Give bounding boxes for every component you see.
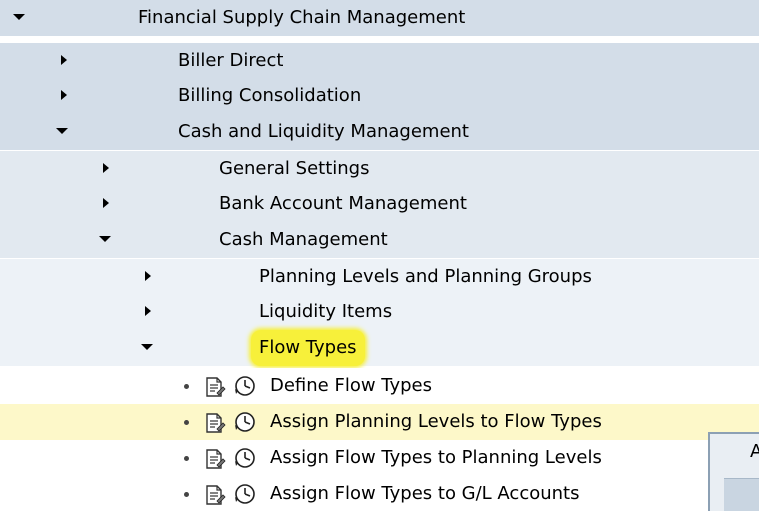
tree-node-planning-levels-and-planning-groups[interactable]: Planning Levels and Planning Groups (0, 258, 759, 294)
bullet-icon (184, 420, 189, 425)
expand-arrow-icon[interactable] (10, 0, 30, 36)
activity-assign-flow-types-to-gl-accounts[interactable]: Assign Flow Types to G/L Accounts (0, 476, 759, 511)
tree-node-label[interactable]: Liquidity Items (259, 294, 392, 330)
tree-node-label[interactable]: Planning Levels and Planning Groups (259, 259, 592, 295)
collapse-arrow-icon[interactable] (55, 78, 75, 114)
execute-clock-icon[interactable] (234, 483, 256, 505)
tree-node-financial-supply-chain-management[interactable]: Financial Supply Chain Management (0, 0, 759, 36)
tree-node-general-settings[interactable]: General Settings (0, 150, 759, 186)
tree-node-label[interactable]: Financial Supply Chain Management (138, 0, 465, 36)
execute-clock-icon[interactable] (234, 375, 256, 397)
collapse-arrow-icon[interactable] (139, 259, 159, 295)
overlapping-panel-label: A (750, 441, 759, 462)
expand-arrow-icon[interactable] (53, 114, 73, 150)
documentation-icon[interactable] (204, 448, 226, 470)
tree-node-cash-management[interactable]: Cash Management (0, 222, 759, 258)
activity-assign-flow-types-to-planning-levels[interactable]: Assign Flow Types to Planning Levels (0, 440, 759, 476)
collapse-arrow-icon[interactable] (139, 294, 159, 330)
expand-arrow-icon[interactable] (96, 222, 116, 258)
execute-clock-icon[interactable] (234, 411, 256, 433)
tree-node-flow-types[interactable]: Flow Types (0, 330, 759, 366)
documentation-icon[interactable] (204, 412, 226, 434)
tree-node-cash-and-liquidity-management[interactable]: Cash and Liquidity Management (0, 114, 759, 150)
collapse-arrow-icon[interactable] (55, 43, 75, 79)
bullet-icon (184, 384, 189, 389)
bullet-icon (184, 492, 189, 497)
tree-node-biller-direct[interactable]: Biller Direct (0, 42, 759, 78)
documentation-icon[interactable] (204, 376, 226, 398)
activity-assign-planning-levels-to-flow-types[interactable]: Assign Planning Levels to Flow Types (0, 404, 759, 440)
overlapping-panel-inner (724, 478, 759, 511)
tree-node-label[interactable]: Cash and Liquidity Management (178, 114, 469, 150)
tree-node-label[interactable]: Cash Management (219, 222, 388, 258)
tree-node-billing-consolidation[interactable]: Billing Consolidation (0, 78, 759, 114)
tree-node-label[interactable]: Billing Consolidation (178, 78, 361, 114)
expand-arrow-icon[interactable] (138, 330, 158, 366)
tree-node-label[interactable]: General Settings (219, 151, 370, 187)
activity-label[interactable]: Assign Flow Types to Planning Levels (270, 440, 602, 476)
overlapping-panel[interactable]: A (708, 432, 759, 511)
execute-clock-icon[interactable] (234, 447, 256, 469)
img-tree: Financial Supply Chain Management Biller… (0, 0, 759, 511)
tree-node-label-highlighted[interactable]: Flow Types (251, 330, 365, 366)
tree-node-liquidity-items[interactable]: Liquidity Items (0, 294, 759, 330)
activity-label[interactable]: Define Flow Types (270, 368, 432, 404)
tree-node-label[interactable]: Bank Account Management (219, 186, 467, 222)
collapse-arrow-icon[interactable] (97, 151, 117, 187)
tree-node-label[interactable]: Biller Direct (178, 43, 283, 79)
bullet-icon (184, 456, 189, 461)
activity-define-flow-types[interactable]: Define Flow Types (0, 368, 759, 404)
activity-label[interactable]: Assign Planning Levels to Flow Types (270, 404, 602, 440)
documentation-icon[interactable] (204, 484, 226, 506)
collapse-arrow-icon[interactable] (97, 186, 117, 222)
tree-node-bank-account-management[interactable]: Bank Account Management (0, 186, 759, 222)
activity-label[interactable]: Assign Flow Types to G/L Accounts (270, 476, 580, 511)
